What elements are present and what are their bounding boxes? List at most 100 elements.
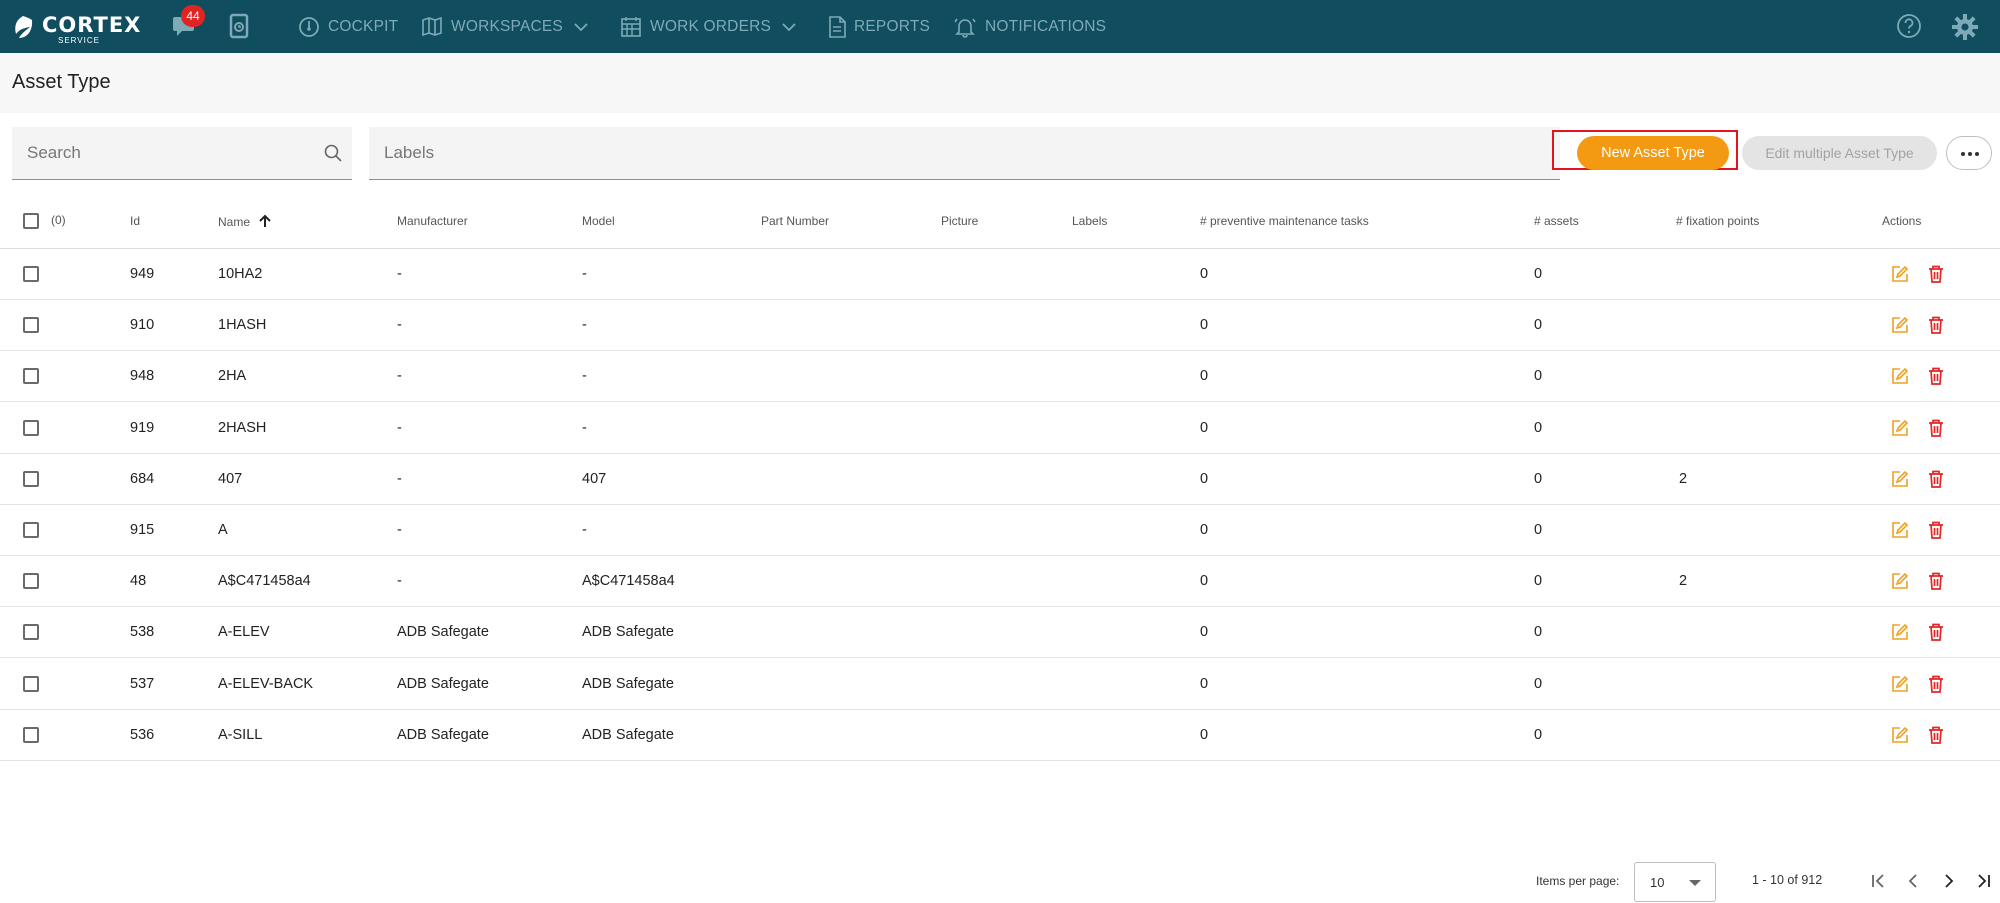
edit-multiple-button[interactable]: Edit multiple Asset Type	[1742, 136, 1937, 170]
table-row[interactable]: 537 A-ELEV-BACK ADB Safegate ADB Safegate 0 0	[0, 659, 2000, 710]
header-model[interactable]: Model	[582, 214, 615, 228]
top-navbar: CORTEX SERVICE 44 COCKPIT WORKSPACES WOR…	[0, 0, 2000, 53]
labels-filter[interactable]	[369, 127, 1560, 180]
cell-assets: 0	[1534, 419, 1543, 436]
trash-icon[interactable]	[1928, 623, 1944, 642]
table-row[interactable]: 538 A-ELEV ADB Safegate ADB Safegate 0 0	[0, 607, 2000, 659]
gauge-icon	[299, 16, 319, 37]
header-labels[interactable]: Labels	[1072, 214, 1107, 228]
trash-icon[interactable]	[1928, 726, 1944, 744]
header-part-number[interactable]: Part Number	[761, 214, 829, 228]
table-row[interactable]: 536 A-SILL ADB Safegate ADB Safegate 0 0	[0, 710, 2000, 761]
more-dot	[1968, 152, 1972, 156]
labels-input[interactable]	[369, 127, 1560, 179]
cell-id: 910	[130, 317, 155, 334]
header-fixation-points[interactable]: # fixation points	[1676, 214, 1759, 228]
cell-pm-tasks: 0	[1200, 266, 1209, 282]
nav-workspaces-label: WORKSPACES	[451, 17, 563, 35]
trash-icon[interactable]	[1928, 419, 1944, 437]
trash-icon[interactable]	[1928, 470, 1944, 488]
row-checkbox[interactable]	[23, 726, 39, 743]
cell-model: A$C471458a4	[582, 573, 675, 590]
row-checkbox[interactable]	[23, 522, 39, 538]
page-title: Asset Type	[12, 71, 111, 93]
edit-icon[interactable]	[1891, 623, 1909, 641]
table-row[interactable]: 48 A$C471458a4 - A$C471458a4 0 0 2	[0, 556, 2000, 608]
device-clock-icon[interactable]	[228, 13, 250, 39]
brand-subtitle: SERVICE	[58, 36, 100, 45]
header-assets[interactable]: # assets	[1534, 214, 1579, 228]
nav-reports[interactable]: REPORTS	[828, 0, 930, 53]
next-page-icon[interactable]	[1940, 872, 1958, 890]
gear-icon[interactable]	[1951, 13, 1979, 41]
cell-name: 1HASH	[218, 317, 267, 334]
header-name[interactable]: Name	[218, 214, 272, 229]
table-row[interactable]: 684 407 - 407 0 0 2	[0, 454, 2000, 505]
header-name-label: Name	[218, 215, 251, 229]
edit-icon[interactable]	[1891, 572, 1909, 590]
trash-icon[interactable]	[1928, 675, 1944, 693]
trash-icon[interactable]	[1928, 572, 1944, 591]
trash-icon[interactable]	[1928, 265, 1944, 283]
header-pm-tasks[interactable]: # preventive maintenance tasks	[1200, 214, 1369, 228]
edit-icon[interactable]	[1891, 521, 1909, 539]
row-checkbox[interactable]	[23, 470, 39, 487]
chevron-down-icon	[574, 22, 588, 31]
search-input[interactable]	[12, 127, 352, 179]
nav-cockpit[interactable]: COCKPIT	[298, 0, 398, 53]
help-icon[interactable]	[1896, 13, 1922, 39]
row-checkbox[interactable]	[23, 624, 39, 641]
cell-id: 48	[130, 573, 147, 590]
table-row[interactable]: 949 10HA2 - - 0 0	[0, 249, 2000, 300]
trash-icon[interactable]	[1928, 367, 1944, 386]
trash-icon[interactable]	[1928, 521, 1944, 539]
row-checkbox[interactable]	[23, 675, 39, 692]
more-options-button[interactable]	[1946, 136, 1992, 170]
search-icon[interactable]	[324, 144, 342, 162]
edit-icon[interactable]	[1891, 675, 1909, 693]
edit-icon[interactable]	[1891, 316, 1909, 334]
selected-count: (0)	[51, 213, 66, 227]
table-row[interactable]: 948 2HA - - 0 0	[0, 351, 2000, 403]
edit-icon[interactable]	[1891, 470, 1909, 488]
header-id[interactable]: Id	[130, 214, 140, 228]
new-asset-type-button[interactable]: New Asset Type	[1577, 136, 1729, 170]
first-page-icon[interactable]	[1869, 872, 1887, 890]
cell-pm-tasks: 0	[1200, 675, 1209, 692]
edit-icon[interactable]	[1891, 367, 1909, 385]
items-per-page-select[interactable]: 10	[1634, 862, 1716, 902]
trash-icon[interactable]	[1928, 316, 1944, 335]
messages-badge: 44	[181, 5, 205, 27]
search-field[interactable]	[12, 127, 352, 180]
nav-work-orders[interactable]: WORK ORDERS	[620, 0, 797, 53]
cell-model: -	[582, 522, 587, 538]
table-row[interactable]: 915 A - - 0 0	[0, 505, 2000, 556]
cell-name: 2HA	[218, 368, 247, 385]
nav-notifications[interactable]: NOTIFICATIONS	[953, 0, 1106, 53]
cell-assets: 0	[1534, 266, 1543, 282]
row-checkbox[interactable]	[23, 266, 39, 282]
row-checkbox[interactable]	[23, 573, 39, 590]
previous-page-icon[interactable]	[1904, 872, 1922, 890]
row-checkbox[interactable]	[23, 419, 39, 436]
nav-workspaces[interactable]: WORKSPACES	[421, 0, 589, 53]
header-picture[interactable]: Picture	[941, 214, 978, 228]
header-manufacturer[interactable]: Manufacturer	[397, 214, 468, 228]
row-checkbox[interactable]	[23, 317, 39, 334]
dropdown-arrow-icon	[1689, 880, 1701, 886]
cell-pm-tasks: 0	[1200, 726, 1209, 743]
last-page-icon[interactable]	[1975, 872, 1993, 890]
cell-pm-tasks: 0	[1200, 368, 1209, 385]
sort-ascending-icon[interactable]	[258, 214, 272, 228]
cortex-logo[interactable]: CORTEX SERVICE	[10, 12, 150, 45]
cell-assets: 0	[1534, 368, 1543, 385]
page-range: 1 - 10 of 912	[1752, 873, 1823, 887]
edit-icon[interactable]	[1891, 265, 1909, 283]
edit-icon[interactable]	[1891, 419, 1909, 437]
edit-icon[interactable]	[1891, 726, 1909, 744]
select-all-checkbox[interactable]	[23, 213, 39, 229]
row-checkbox[interactable]	[23, 368, 39, 385]
table-row[interactable]: 919 2HASH - - 0 0	[0, 403, 2000, 454]
table-row[interactable]: 910 1HASH - - 0 0	[0, 300, 2000, 352]
cell-manufacturer: -	[397, 522, 402, 538]
